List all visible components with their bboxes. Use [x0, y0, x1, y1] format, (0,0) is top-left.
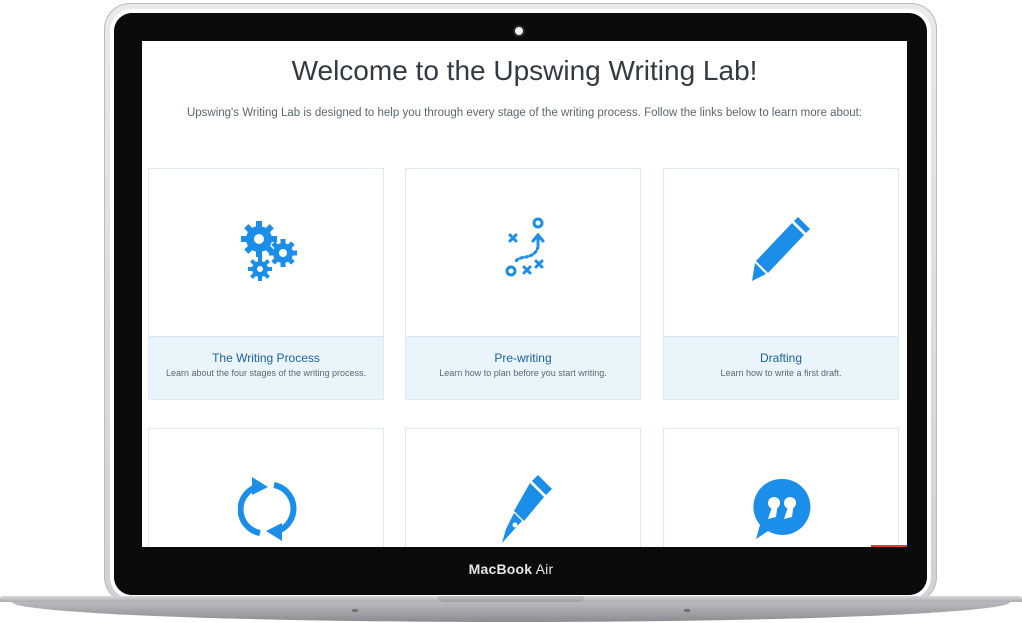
- card-title[interactable]: The Writing Process: [149, 351, 383, 365]
- device-label-brand: MacBook: [468, 561, 533, 577]
- strategy-play-icon: [505, 217, 545, 277]
- laptop-foot: [352, 609, 358, 612]
- card-feedback[interactable]: [663, 428, 899, 547]
- card-description: Learn about the four stages of the writi…: [165, 368, 367, 378]
- card-description: Learn how to plan before you start writi…: [439, 368, 607, 378]
- device-label-model: Air: [535, 561, 554, 577]
- laptop-base-shadow: [12, 602, 1010, 622]
- fountain-pen-icon: [502, 475, 552, 543]
- card-title[interactable]: Drafting: [664, 351, 898, 365]
- page-subtitle: Upswing's Writing Lab is designed to hel…: [186, 107, 863, 119]
- gears-icon: [241, 221, 297, 281]
- card-description: Learn how to write a first draft.: [720, 368, 842, 378]
- card-revising[interactable]: [148, 428, 384, 547]
- screen: Welcome to the Upswing Writing Lab! Upsw…: [142, 41, 907, 547]
- card-caption: Pre-writing Learn how to plan before you…: [406, 336, 640, 399]
- card-title[interactable]: Pre-writing: [406, 351, 640, 365]
- feedback-tab[interactable]: [871, 545, 907, 547]
- quote-bubble-icon: [753, 478, 811, 539]
- laptop-foot: [684, 609, 690, 612]
- card-drafting[interactable]: Drafting Learn how to write a first draf…: [663, 168, 899, 400]
- pencil-icon: [752, 217, 810, 281]
- card-pre-writing[interactable]: Pre-writing Learn how to plan before you…: [405, 168, 641, 400]
- card-caption: The Writing Process Learn about the four…: [149, 336, 383, 399]
- camera-icon: [515, 27, 523, 35]
- card-caption: Drafting Learn how to write a first draf…: [664, 336, 898, 399]
- laptop-opening-notch: [438, 596, 584, 602]
- card-writing-process[interactable]: The Writing Process Learn about the four…: [148, 168, 384, 400]
- revision-cycle-icon: [238, 477, 297, 541]
- card-editing[interactable]: [405, 428, 641, 547]
- page-title: Welcome to the Upswing Writing Lab!: [291, 55, 758, 86]
- device-label: MacBook Air: [0, 561, 1022, 577]
